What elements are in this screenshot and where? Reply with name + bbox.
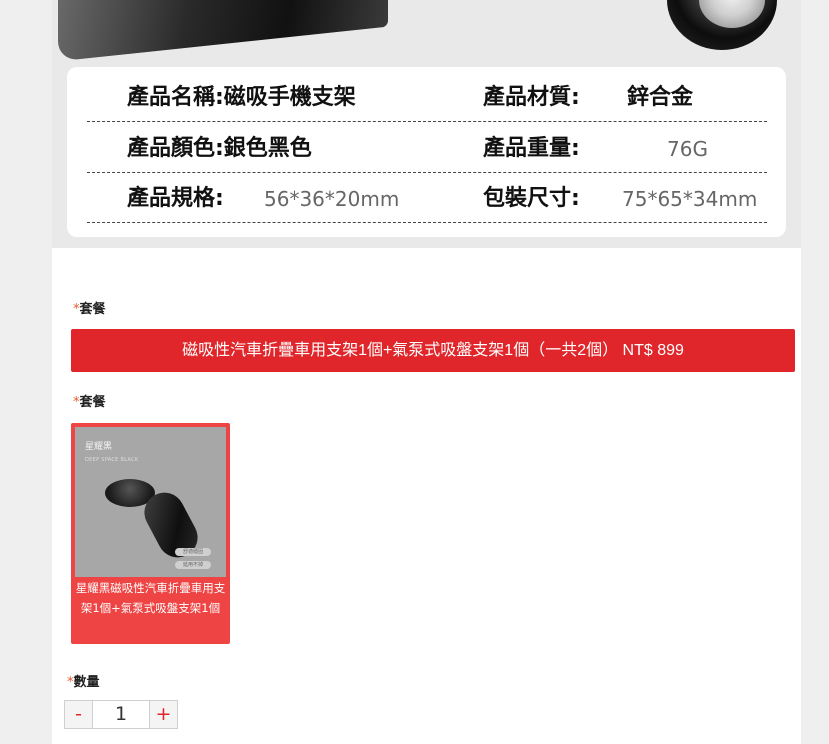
spec-size-label: 產品規格:	[127, 186, 224, 211]
phone-holder-image-part	[58, 0, 388, 62]
package-label-text: 套餐	[79, 302, 106, 317]
spec-material-value: 鋅合金	[627, 85, 694, 110]
quantity-stepper: - 1 +	[64, 700, 178, 729]
spec-material-label: 產品材質:	[483, 85, 580, 110]
product-page: 產品名稱:磁吸手機支架 產品材質: 鋅合金 產品顏色:銀色黑色 產品重量: 76…	[52, 0, 801, 744]
spec-weight-value: 76G	[667, 137, 708, 161]
quantity-increase-button[interactable]: +	[149, 701, 177, 728]
variant-label-text: 套餐	[79, 395, 106, 410]
variant-option-caption: 星耀黑磁吸性汽車折疊車用支架1個+氣泵式吸盤支架1個	[75, 581, 226, 615]
spec-product-name: 產品名稱:磁吸手機支架	[127, 85, 356, 110]
variant-option-card[interactable]: 星耀黑 DEEP SPACE BLACK 舒適穩固 延用不掉 星耀黑磁吸性汽車折…	[71, 423, 230, 644]
quantity-decrease-button[interactable]: -	[65, 701, 93, 728]
image-subtitle: DEEP SPACE BLACK	[85, 457, 139, 463]
variant-field-label: *套餐	[73, 391, 106, 410]
package-option-button[interactable]: 磁吸性汽車折疊車用支架1個+氣泵式吸盤支架1個（一共2個） NT$ 899	[71, 329, 795, 372]
spec-row: 產品顏色:銀色黑色 產品重量: 76G	[87, 122, 767, 173]
spec-weight-label: 產品重量:	[483, 136, 580, 161]
spec-package-size-label: 包裝尺寸:	[483, 186, 580, 211]
spec-row: 產品規格: 56*36*20mm 包裝尺寸: 75*65*34mm	[87, 172, 767, 223]
quantity-label-text: 數量	[73, 675, 100, 690]
spec-row: 產品名稱:磁吸手機支架 產品材質: 鋅合金	[87, 71, 767, 122]
spec-size-value: 56*36*20mm	[264, 187, 400, 211]
image-tag: 延用不掉	[175, 561, 211, 569]
variant-option-image: 星耀黑 DEEP SPACE BLACK 舒適穩固 延用不掉	[75, 427, 226, 577]
spec-package-size-value: 75*65*34mm	[622, 187, 758, 211]
quantity-field-label: *數量	[67, 671, 100, 690]
product-spec-banner: 產品名稱:磁吸手機支架 產品材質: 鋅合金 產品顏色:銀色黑色 產品重量: 76…	[52, 0, 801, 248]
image-tag: 舒適穩固	[175, 548, 211, 556]
package-field-label: *套餐	[73, 298, 106, 317]
image-title: 星耀黑	[85, 442, 113, 452]
spec-table: 產品名稱:磁吸手機支架 產品材質: 鋅合金 產品顏色:銀色黑色 產品重量: 76…	[67, 67, 786, 237]
spec-product-color: 產品顏色:銀色黑色	[127, 136, 312, 161]
quantity-input[interactable]: 1	[93, 701, 149, 728]
